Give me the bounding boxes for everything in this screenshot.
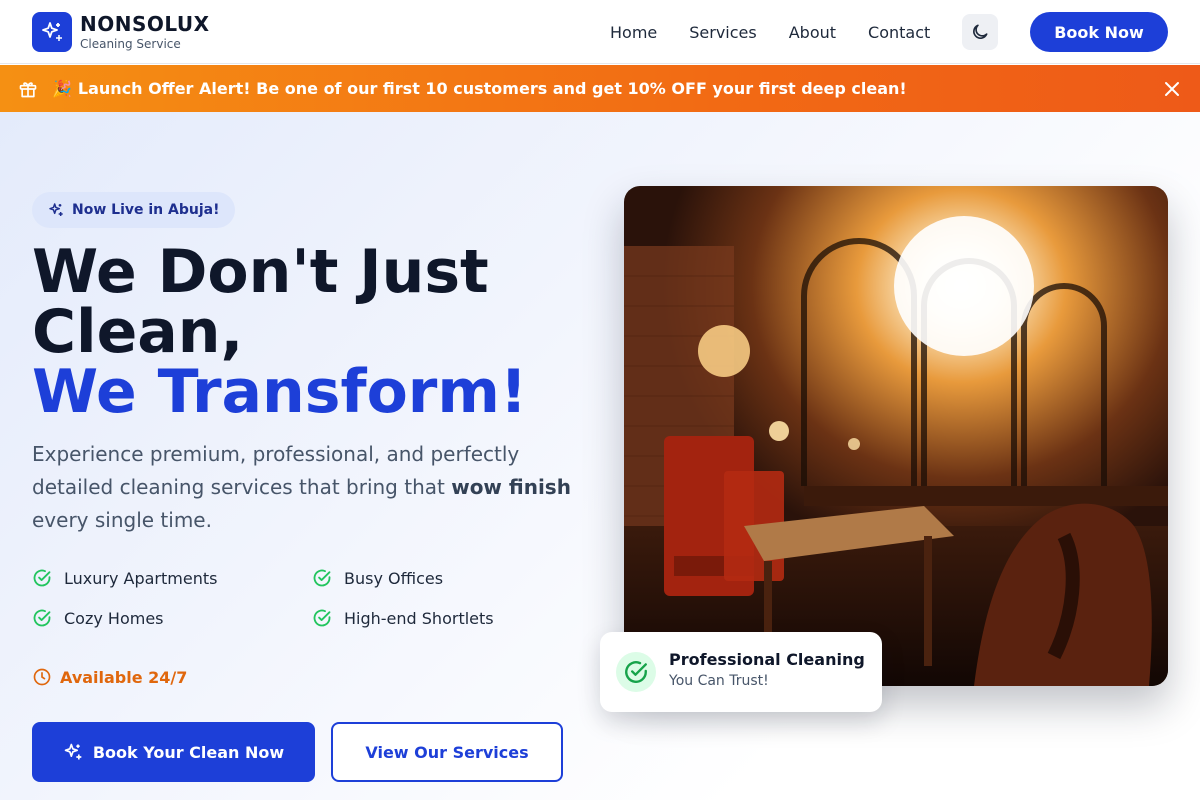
badge-text: Professional Cleaning You Can Trust! (669, 650, 865, 692)
check-circle-icon (33, 569, 51, 587)
check-circle-icon (33, 609, 51, 627)
brand-name: NONSOLUX (80, 11, 210, 36)
badge-subtitle: You Can Trust! (669, 673, 769, 689)
trust-badge: Professional Cleaning You Can Trust! (600, 632, 882, 712)
check-circle-icon (625, 661, 647, 683)
close-icon (1165, 82, 1179, 96)
sparkles-icon (42, 21, 62, 41)
book-your-clean-button[interactable]: Book Your Clean Now (32, 722, 315, 782)
location-pill: Now Live in Abuja! (32, 192, 236, 228)
headline-line-1: We Don't Just (32, 237, 489, 307)
theme-toggle-button[interactable] (962, 14, 998, 50)
feature-list: Luxury Apartments Busy Offices Cozy Home… (32, 568, 592, 628)
offer-banner: 🎉 Launch Offer Alert! Be one of our first… (0, 65, 1200, 112)
nav-services[interactable]: Services (689, 23, 756, 42)
sparkles-icon (64, 743, 82, 760)
banner-message: 🎉 Launch Offer Alert! Be one of our first… (52, 79, 907, 98)
brand: NONSOLUX Cleaning Service (80, 12, 210, 52)
desc-bold: wow finish (451, 475, 571, 499)
headline-line-2: Clean, (32, 297, 244, 367)
brand-subtitle: Cleaning Service (80, 36, 181, 51)
desc-text-2: every single time. (32, 508, 212, 532)
hero-description: Experience premium, professional, and pe… (32, 438, 592, 537)
availability: Available 24/7 (32, 667, 187, 687)
nav-contact[interactable]: Contact (868, 23, 930, 42)
clock-icon (33, 668, 51, 686)
site-header: NONSOLUX Cleaning Service Home Services … (0, 0, 1200, 64)
availability-text: Available 24/7 (60, 667, 188, 687)
book-your-clean-label: Book Your Clean Now (92, 742, 285, 762)
feature-label: Cozy Homes (64, 608, 164, 628)
party-emoji: 🎉 (52, 79, 72, 98)
badge-title: Professional Cleaning (669, 650, 865, 669)
nav-about[interactable]: About (789, 23, 836, 42)
banner-close-button[interactable] (1162, 79, 1182, 99)
desc-text-1: Experience premium, professional, and pe… (32, 442, 520, 499)
book-now-button[interactable]: Book Now (1030, 12, 1168, 52)
logo[interactable] (32, 11, 72, 52)
check-circle-icon (313, 569, 331, 587)
hero-headline: We Don't Just Clean, We Transform! (32, 242, 527, 422)
banner-text: Launch Offer Alert! Be one of our first … (77, 79, 907, 98)
feature-item: Cozy Homes (32, 608, 312, 628)
gift-icon (19, 81, 37, 97)
nav-home[interactable]: Home (610, 23, 657, 42)
badge-icon-wrap (616, 652, 656, 692)
moon-icon (973, 24, 988, 39)
feature-label: Busy Offices (344, 568, 444, 588)
main-nav: Home Services About Contact (610, 0, 962, 64)
feature-item: High-end Shortlets (312, 608, 592, 628)
hero-photo (624, 186, 1168, 686)
view-services-button[interactable]: View Our Services (331, 722, 563, 782)
feature-label: High-end Shortlets (344, 608, 494, 628)
headline-line-3: We Transform! (32, 357, 528, 427)
feature-label: Luxury Apartments (64, 568, 218, 588)
feature-item: Luxury Apartments (32, 568, 312, 588)
location-pill-text: Now Live in Abuja! (72, 202, 220, 218)
restaurant-interior-image (624, 186, 1168, 686)
check-circle-icon (313, 609, 331, 627)
sparkles-icon (49, 203, 63, 216)
feature-item: Busy Offices (312, 568, 592, 588)
